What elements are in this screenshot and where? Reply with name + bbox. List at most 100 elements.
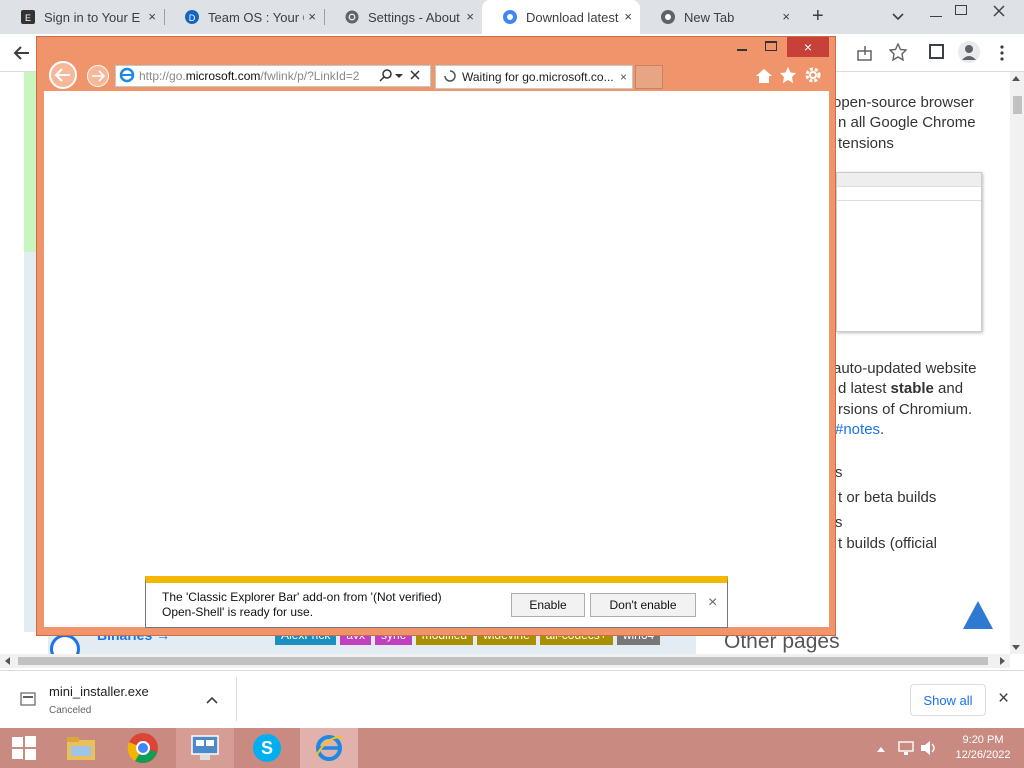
ie-stop-icon[interactable]: [409, 69, 421, 84]
bg-notes-line: #notes.: [835, 421, 884, 438]
more-menu-icon[interactable]: [999, 44, 1005, 67]
bg-stable-line: d latest stable and: [838, 380, 963, 397]
ie-search-icon[interactable]: [379, 68, 393, 85]
file-explorer-icon[interactable]: [52, 728, 110, 768]
file-icon: [20, 691, 36, 712]
control-panel-icon[interactable]: [176, 728, 234, 768]
ie-window: × http://go.microsoft.com/fwlink/p/?Link…: [36, 36, 836, 636]
internet-explorer-icon[interactable]: [300, 728, 358, 768]
bg-text: tensions: [838, 135, 894, 152]
bg-text: n all Google Chrome: [838, 114, 976, 131]
clock-date: 12/26/2022: [955, 749, 1011, 761]
ie-content-area[interactable]: [44, 91, 829, 627]
downloads-close-icon[interactable]: ×: [998, 688, 1009, 710]
clock-time: 9:20 PM: [962, 734, 1004, 746]
tab-download-latest[interactable]: Download latest ×: [482, 0, 640, 34]
ie-tab-close-icon[interactable]: ×: [620, 70, 627, 84]
bg-text: auto-updated website: [833, 360, 977, 377]
tab-teamos[interactable]: D Team OS : Your O ×: [164, 0, 324, 34]
ie-maximize-button[interactable]: [765, 41, 777, 51]
bg-text: .: [880, 421, 885, 438]
ie-forward-button[interactable]: [87, 65, 109, 87]
scroll-to-top-icon[interactable]: [962, 600, 994, 635]
clock[interactable]: 9:20 PM 12/26/2022: [948, 733, 1018, 763]
window-close-icon[interactable]: [990, 2, 1008, 25]
tools-gear-icon[interactable]: [804, 66, 822, 89]
ie-logo-icon: [119, 67, 135, 86]
download-divider: [236, 677, 237, 721]
download-status: Canceled: [49, 705, 92, 716]
ie-address-bar[interactable]: http://go.microsoft.com/fwlink/p/?LinkId…: [115, 65, 431, 87]
chrome-taskbar-icon[interactable]: [114, 728, 172, 768]
addon-notification-bar: The 'Classic Explorer Bar' add-on from '…: [145, 576, 728, 628]
volume-icon[interactable]: [920, 740, 938, 761]
bg-text: open-source browser: [833, 94, 974, 111]
horizontal-scrollbar[interactable]: [0, 654, 1010, 668]
tab-settings-about[interactable]: Settings - About ×: [324, 0, 482, 34]
skype-icon[interactable]: S: [238, 728, 296, 768]
side-panel-icon[interactable]: [929, 44, 944, 59]
ie-tab-title: Waiting for go.microsoft.co...: [462, 70, 614, 84]
show-hidden-icons-chevron-icon[interactable]: [876, 742, 886, 760]
gear-icon: [344, 9, 360, 25]
ie-minimize-button[interactable]: [737, 49, 747, 51]
svg-text:S: S: [261, 738, 273, 758]
network-icon[interactable]: [898, 740, 914, 761]
tab-epic-signin[interactable]: E Sign in to Your Ep ×: [0, 0, 164, 34]
ie-back-button[interactable]: [49, 61, 77, 89]
notification-close-icon[interactable]: ×: [708, 594, 717, 612]
download-filename[interactable]: mini_installer.exe: [49, 684, 149, 699]
bookmark-star-icon[interactable]: [888, 42, 908, 66]
bg-text: and: [933, 380, 964, 397]
tab-close-icon[interactable]: ×: [148, 9, 156, 24]
chrome-icon: [660, 9, 676, 25]
notification-line: The 'Classic Explorer Bar' add-on from '…: [162, 590, 442, 604]
ie-tab[interactable]: Waiting for go.microsoft.co... ×: [435, 65, 633, 89]
epic-icon: E: [20, 9, 36, 25]
chromium-icon: [502, 9, 518, 25]
tab-search-chevron-icon[interactable]: [890, 8, 906, 29]
bg-text: s: [835, 464, 843, 481]
url-suffix: /fwlink/p/?LinkId=2: [260, 69, 360, 83]
teamos-icon: D: [184, 9, 200, 25]
tab-title: Download latest: [526, 9, 619, 25]
tab-close-icon[interactable]: ×: [466, 9, 474, 24]
notification-line: Open-Shell' is ready for use.: [162, 605, 314, 619]
browser-screenshot-thumbnail: [836, 172, 982, 332]
chrome-tab-strip: E Sign in to Your Ep × D Team OS : Your …: [0, 0, 1024, 34]
tab-close-icon[interactable]: ×: [624, 9, 632, 24]
windows-start-icon[interactable]: [0, 728, 48, 768]
ie-url[interactable]: http://go.microsoft.com/fwlink/p/?LinkId…: [139, 69, 377, 83]
show-all-button[interactable]: Show all: [910, 684, 986, 716]
ie-new-tab-button[interactable]: [635, 65, 663, 89]
back-arrow-icon[interactable]: [12, 43, 32, 68]
scrollbar-thumb[interactable]: [18, 657, 988, 665]
new-tab-button[interactable]: +: [812, 5, 832, 27]
restore-button[interactable]: [955, 5, 967, 15]
scrollbar-thumb[interactable]: [1013, 96, 1022, 114]
profile-avatar-icon[interactable]: [958, 41, 980, 63]
share-icon[interactable]: [856, 44, 874, 67]
minimize-button[interactable]: [930, 16, 942, 17]
bg-text: s: [835, 514, 843, 531]
url-prefix: http://go.: [139, 69, 186, 83]
download-chevron-up-icon[interactable]: [205, 693, 219, 712]
bg-text: t builds (official: [838, 535, 937, 552]
bg-bold-text: stable: [890, 380, 934, 397]
dont-enable-button[interactable]: Don't enable: [590, 593, 696, 617]
enable-button[interactable]: Enable: [511, 593, 585, 617]
home-icon[interactable]: [755, 67, 773, 90]
tab-title: Settings - About: [368, 9, 460, 25]
url-domain: microsoft.com: [185, 69, 261, 83]
tab-close-icon[interactable]: ×: [308, 9, 316, 24]
favorites-star-icon[interactable]: [779, 66, 797, 89]
ie-close-button[interactable]: ×: [787, 37, 829, 57]
tab-title: Team OS : Your O: [208, 9, 304, 25]
vertical-scrollbar[interactable]: [1010, 72, 1024, 654]
windows-taskbar: S 9:20 PM 12/26/2022: [0, 728, 1024, 768]
ie-dropdown-icon[interactable]: [395, 69, 403, 83]
tab-new-tab[interactable]: New Tab ×: [640, 0, 798, 34]
tab-close-icon[interactable]: ×: [782, 9, 790, 24]
blue-sidebar-strip: [24, 252, 36, 632]
notes-link[interactable]: #notes: [835, 421, 880, 438]
